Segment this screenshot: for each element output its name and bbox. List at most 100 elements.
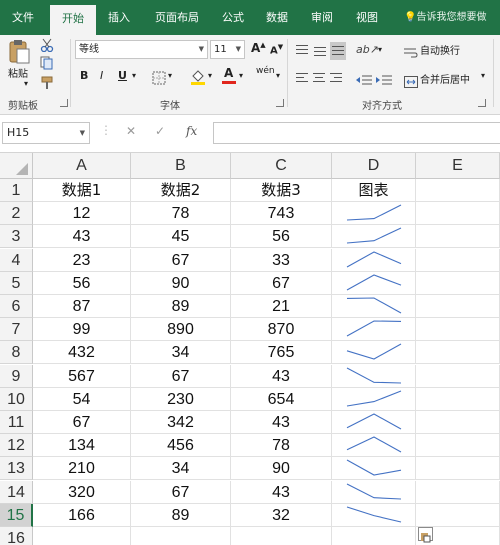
cell-c10[interactable]: 654 [231, 387, 332, 411]
row-header-5[interactable]: 5 [0, 271, 33, 295]
column-header-b[interactable]: B [131, 153, 231, 179]
row-header-7[interactable]: 7 [0, 318, 33, 342]
cell-e8[interactable] [416, 341, 500, 365]
cell-c6[interactable]: 21 [231, 295, 332, 318]
tab-formulas[interactable]: 公式 [214, 0, 252, 35]
cell-e11[interactable] [416, 411, 500, 434]
tab-page-layout[interactable]: 页面布局 [145, 0, 209, 35]
cell-c8[interactable]: 765 [231, 341, 332, 365]
formula-input[interactable] [213, 122, 500, 144]
cell-a5[interactable]: 56 [33, 271, 131, 295]
row-header-13[interactable]: 13 [0, 457, 33, 481]
cell-b13[interactable]: 34 [131, 457, 231, 481]
name-box[interactable]: H15 ▼ [2, 122, 90, 144]
format-painter-icon[interactable] [40, 75, 54, 89]
cell-b7[interactable]: 890 [131, 318, 231, 342]
row-header-14[interactable]: 14 [0, 480, 33, 504]
decrease-indent-icon[interactable] [356, 71, 372, 85]
column-header-c[interactable]: C [231, 153, 332, 179]
row-header-16[interactable]: 16 [0, 527, 33, 545]
cell-b15[interactable]: 89 [131, 503, 231, 527]
cell-c1[interactable]: 数据3 [231, 179, 332, 202]
cell-b6[interactable]: 89 [131, 295, 231, 318]
row-header-3[interactable]: 3 [0, 225, 33, 249]
tab-review[interactable]: 审阅 [302, 0, 342, 35]
font-color-dropdown-icon[interactable]: ▾ [239, 71, 243, 80]
cell-e12[interactable] [416, 434, 500, 458]
cell-b3[interactable]: 45 [131, 225, 231, 249]
font-launcher-icon[interactable] [276, 99, 284, 107]
font-size-select[interactable]: 11 ▼ [210, 40, 245, 59]
align-middle-icon[interactable] [314, 47, 326, 59]
cell-c7[interactable]: 870 [231, 318, 332, 342]
cell-e4[interactable] [416, 248, 500, 272]
cell-b4[interactable]: 67 [131, 248, 231, 272]
paste-icon[interactable] [8, 39, 30, 65]
cell-b1[interactable]: 数据2 [131, 179, 231, 202]
cell-b9[interactable]: 67 [131, 364, 231, 388]
cell-e13[interactable] [416, 457, 500, 481]
cell-c11[interactable]: 43 [231, 411, 332, 434]
align-top-icon[interactable] [296, 45, 308, 57]
cell-c14[interactable]: 43 [231, 480, 332, 504]
bold-button[interactable]: B [80, 69, 88, 82]
cell-e10[interactable] [416, 387, 500, 411]
cell-c3[interactable]: 56 [231, 225, 332, 249]
cell-a12[interactable]: 134 [33, 434, 131, 458]
cell-c15[interactable]: 32 [231, 503, 332, 527]
cell-e14[interactable] [416, 480, 500, 504]
cell-e7[interactable] [416, 318, 500, 342]
align-right-icon[interactable] [330, 73, 342, 85]
phonetic-dropdown-icon[interactable]: ▾ [276, 71, 280, 80]
cancel-icon[interactable]: ✕ [126, 124, 136, 138]
fill-color-dropdown-icon[interactable]: ▾ [208, 71, 212, 80]
tab-insert[interactable]: 插入 [100, 0, 138, 35]
row-header-9[interactable]: 9 [0, 364, 33, 388]
font-name-select[interactable]: 等线 ▼ [75, 40, 208, 59]
row-header-2[interactable]: 2 [0, 202, 33, 226]
italic-button[interactable]: I [100, 69, 103, 82]
cell-c16[interactable] [231, 527, 332, 545]
cell-a16[interactable] [33, 527, 131, 545]
cell-e1[interactable] [416, 179, 500, 202]
orientation-dropdown-icon[interactable]: ▾ [378, 45, 382, 54]
cell-b14[interactable]: 67 [131, 480, 231, 504]
cell-c5[interactable]: 67 [231, 271, 332, 295]
select-all-corner[interactable] [0, 153, 33, 179]
merge-center-button[interactable]: 合并后居中 [420, 71, 470, 86]
cell-d1[interactable]: 图表 [332, 179, 416, 202]
cell-c9[interactable]: 43 [231, 364, 332, 388]
column-header-e[interactable]: E [416, 153, 500, 179]
cell-b5[interactable]: 90 [131, 271, 231, 295]
cell-a3[interactable]: 43 [33, 225, 131, 249]
align-center-icon[interactable] [313, 73, 325, 85]
row-header-10[interactable]: 10 [0, 387, 33, 411]
orientation-icon[interactable]: ab↗ [356, 43, 379, 56]
row-header-4[interactable]: 4 [0, 248, 33, 272]
phonetic-guide-button[interactable]: wén [256, 66, 275, 76]
tab-file[interactable]: 文件 [4, 0, 42, 35]
alignment-launcher-icon[interactable] [478, 99, 486, 107]
cell-c4[interactable]: 33 [231, 248, 332, 272]
cell-c2[interactable]: 743 [231, 202, 332, 226]
cell-e6[interactable] [416, 295, 500, 318]
cell-b8[interactable]: 34 [131, 341, 231, 365]
row-header-15[interactable]: 15 [0, 503, 33, 527]
row-header-12[interactable]: 12 [0, 434, 33, 458]
cell-a6[interactable]: 87 [33, 295, 131, 318]
cell-b10[interactable]: 230 [131, 387, 231, 411]
increase-indent-icon[interactable] [376, 71, 392, 85]
copy-icon[interactable] [40, 55, 54, 70]
decrease-font-size-button[interactable]: A▼ [270, 43, 283, 56]
cell-e3[interactable] [416, 225, 500, 249]
cell-e5[interactable] [416, 271, 500, 295]
cell-b12[interactable]: 456 [131, 434, 231, 458]
borders-dropdown-icon[interactable]: ▾ [168, 71, 172, 80]
wrap-text-icon[interactable] [404, 44, 418, 58]
cell-a7[interactable]: 99 [33, 318, 131, 342]
row-header-11[interactable]: 11 [0, 411, 33, 434]
insert-function-button[interactable]: fx [186, 124, 197, 138]
paste-dropdown-icon[interactable]: ▾ [24, 79, 28, 88]
cell-a10[interactable]: 54 [33, 387, 131, 411]
cell-b2[interactable]: 78 [131, 202, 231, 226]
